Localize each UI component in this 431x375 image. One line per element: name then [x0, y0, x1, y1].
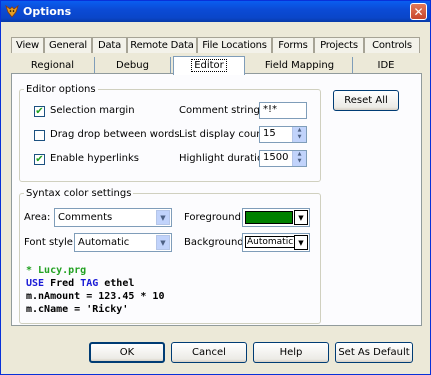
font-style-value: Automatic: [78, 237, 130, 248]
spinner-arrows[interactable]: ▲ ▼: [292, 151, 306, 166]
close-icon: ✕: [413, 5, 424, 19]
tab-label: Field Mapping: [264, 60, 335, 71]
enable-hyperlinks-label: Enable hyperlinks: [50, 153, 140, 164]
window-title: Options: [23, 5, 72, 18]
keyword-use: USE: [26, 278, 45, 289]
spin-down-icon[interactable]: ▼: [293, 134, 306, 141]
list-display-count-label: List display count:: [179, 129, 270, 140]
options-dialog: Options ✕ View General Data Remote Data …: [0, 0, 431, 375]
code-text: Fred: [44, 278, 81, 289]
drag-drop-label: Drag drop between words: [50, 129, 180, 140]
tab-label: Projects: [320, 40, 358, 51]
foreground-color-swatch: [245, 211, 293, 224]
background-color-select[interactable]: Automatic ▼: [242, 233, 310, 252]
tab-label: View: [16, 40, 39, 51]
comment-string-input[interactable]: *!*: [259, 102, 307, 119]
spinner-arrows[interactable]: ▲ ▼: [292, 127, 306, 142]
font-style-label: Font style:: [24, 237, 77, 248]
tab-projects[interactable]: Projects: [314, 37, 364, 53]
tab-ide[interactable]: IDE: [353, 57, 419, 74]
highlight-duration-value: 1500: [263, 152, 289, 163]
editor-options-legend: Editor options: [26, 84, 96, 95]
tab-label: Debug: [116, 60, 149, 71]
tab-file-locations[interactable]: File Locations: [197, 37, 272, 53]
close-button[interactable]: ✕: [410, 3, 427, 20]
set-as-default-button[interactable]: Set As Default: [335, 342, 413, 363]
tab-label: Forms: [278, 40, 308, 51]
selection-margin-checkbox[interactable]: ✔: [34, 106, 45, 117]
reset-all-label: Reset All: [344, 95, 388, 106]
set-as-default-label: Set As Default: [338, 347, 410, 358]
spin-down-icon[interactable]: ▼: [293, 158, 306, 165]
tab-label: Controls: [372, 40, 412, 51]
help-button[interactable]: Help: [253, 342, 329, 363]
spin-up-icon[interactable]: ▲: [293, 151, 306, 158]
tab-general[interactable]: General: [44, 37, 92, 53]
ok-button[interactable]: OK: [89, 342, 165, 363]
background-label: Background:: [184, 237, 248, 248]
tab-label: File Locations: [202, 40, 267, 51]
area-value: Comments: [58, 212, 113, 223]
code-line-use: USE Fred TAG ethel: [26, 277, 406, 290]
tab-label: IDE: [377, 60, 395, 71]
tab-regional[interactable]: Regional: [11, 57, 95, 74]
chevron-down-icon[interactable]: ▼: [294, 210, 308, 225]
code-line-comment: * Lucy.prg: [26, 265, 87, 276]
tab-view[interactable]: View: [11, 37, 44, 53]
tab-remote-data[interactable]: Remote Data: [127, 37, 197, 53]
syntax-color-legend: Syntax color settings: [26, 188, 132, 199]
tab-data[interactable]: Data: [92, 37, 127, 53]
drag-drop-checkbox[interactable]: [34, 130, 45, 141]
tab-label: General: [48, 40, 87, 51]
tab-editor[interactable]: Editor: [173, 56, 245, 75]
comment-string-label: Comment string:: [179, 105, 264, 116]
editor-tab-panel: Editor options ✔ Selection margin Drag d…: [11, 73, 422, 326]
list-display-count-value: 15: [263, 128, 276, 139]
font-style-select[interactable]: Automatic ▼: [74, 233, 172, 252]
selection-margin-label: Selection margin: [50, 105, 135, 116]
code-line-name: m.cName = 'Ricky': [26, 304, 129, 315]
comment-string-value: *!*: [263, 104, 278, 115]
chevron-down-icon[interactable]: ▼: [294, 235, 308, 250]
keyword-tag: TAG: [80, 278, 99, 289]
help-label: Help: [279, 347, 303, 358]
highlight-duration-spinner[interactable]: 1500 ▲ ▼: [259, 150, 307, 167]
tab-label: Editor: [191, 59, 227, 72]
tab-label: Regional: [30, 60, 75, 71]
code-text: ethel: [98, 278, 135, 289]
tab-debug[interactable]: Debug: [95, 57, 171, 74]
syntax-preview: * Lucy.prg USE Fred TAG ethel m.nAmount …: [26, 264, 406, 322]
foreground-color-select[interactable]: ▼: [242, 208, 310, 227]
foreground-label: Foreground:: [184, 212, 245, 223]
enable-hyperlinks-checkbox[interactable]: ✔: [34, 154, 45, 165]
cancel-label: Cancel: [192, 347, 226, 358]
ok-label: OK: [119, 347, 135, 358]
tab-label: Data: [97, 40, 122, 51]
chevron-down-icon[interactable]: ▼: [156, 235, 170, 250]
code-line-amount: m.nAmount = 123.45 * 10: [26, 291, 165, 302]
reset-all-button[interactable]: Reset All: [333, 90, 399, 111]
title-bar: Options ✕: [1, 1, 430, 22]
tab-label: Remote Data: [130, 40, 194, 51]
area-label: Area:: [24, 212, 51, 223]
area-select[interactable]: Comments ▼: [54, 208, 172, 227]
cancel-button[interactable]: Cancel: [171, 342, 247, 363]
tab-controls[interactable]: Controls: [364, 37, 420, 53]
chevron-down-icon[interactable]: ▼: [156, 210, 170, 225]
list-display-count-spinner[interactable]: 15 ▲ ▼: [259, 126, 307, 143]
foxpro-app-icon: [5, 4, 19, 18]
tab-field-mapping[interactable]: Field Mapping: [247, 57, 353, 74]
spin-up-icon[interactable]: ▲: [293, 127, 306, 134]
tab-forms[interactable]: Forms: [272, 37, 314, 53]
background-value: Automatic: [245, 236, 296, 248]
